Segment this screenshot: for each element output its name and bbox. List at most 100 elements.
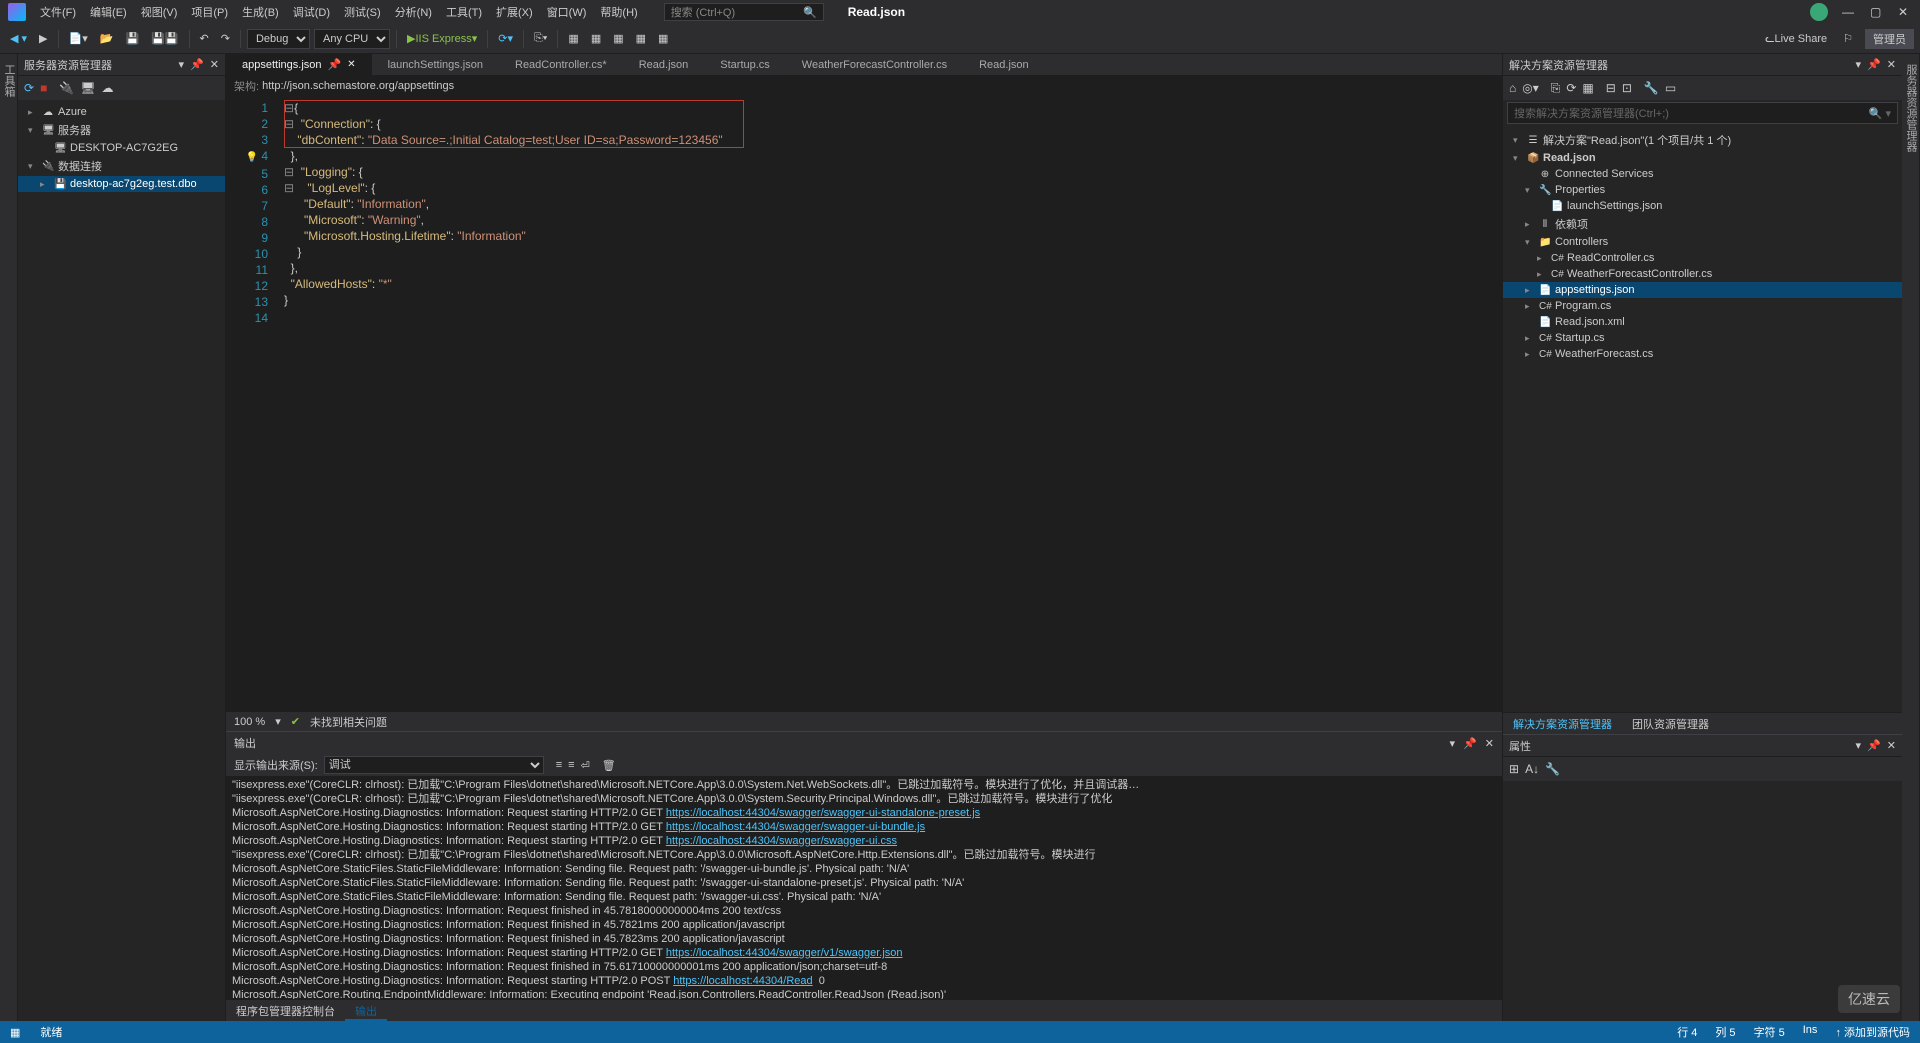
tree-node[interactable]: ▸C#Program.cs: [1503, 298, 1902, 314]
zoom-level[interactable]: 100 %: [234, 716, 265, 728]
sync-icon[interactable]: ⟳: [1566, 81, 1576, 95]
pin-icon[interactable]: 📌: [328, 58, 342, 71]
output-body[interactable]: "iisexpress.exe"(CoreCLR: clr​host): 已加载…: [226, 776, 1502, 999]
solution-search[interactable]: 搜索解决方案资源管理器(Ctrl+;) 🔍 ▾: [1507, 102, 1898, 124]
tree-node[interactable]: ▾🔧Properties: [1503, 182, 1902, 198]
clear-all-icon[interactable]: 🗑: [602, 759, 616, 772]
platform-select[interactable]: Any CPU: [314, 29, 390, 49]
pending-icon[interactable]: ⎘: [1551, 81, 1561, 96]
menu-生成[interactable]: 生成(B): [236, 2, 285, 22]
properties-icon[interactable]: 🔧: [1644, 81, 1659, 95]
server-icon[interactable]: 🖥: [80, 81, 95, 95]
dropdown-icon[interactable]: ▾: [179, 58, 185, 71]
solution-root[interactable]: ▾☰ 解决方案"Read.json"(1 个项目/共 1 个): [1503, 130, 1902, 150]
save-all-icon[interactable]: 💾💾: [147, 30, 182, 47]
pin-icon[interactable]: 📌: [1867, 58, 1881, 71]
tab-output[interactable]: 输出: [345, 1000, 387, 1021]
step-icon[interactable]: ⎘▾: [530, 30, 551, 47]
tree-node[interactable]: ▾🔌数据连接: [18, 156, 225, 176]
tab-Startup.cs[interactable]: Startup.cs: [704, 54, 786, 75]
tree-node[interactable]: ▸💾desktop-ac7g2eg.test.dbo: [18, 176, 225, 192]
menu-编辑[interactable]: 编辑(E): [84, 2, 133, 22]
menu-测试[interactable]: 测试(S): [338, 2, 387, 22]
dropdown-icon[interactable]: ▾: [1450, 737, 1456, 750]
pin-icon[interactable]: 📌: [1867, 739, 1881, 752]
alpha-icon[interactable]: A↓: [1525, 762, 1539, 776]
tree-node[interactable]: ▾📦Read.json: [1503, 150, 1902, 166]
right-rail[interactable]: 服务器资源管理器: [1902, 54, 1920, 1021]
tree-node[interactable]: ⊕Connected Services: [1503, 166, 1902, 182]
tab-launchSettings.json[interactable]: launchSettings.json: [372, 54, 499, 75]
liveshare-button[interactable]: ᓚ Live Share: [1761, 30, 1831, 47]
undo-icon[interactable]: ↶: [196, 30, 213, 47]
tree-node[interactable]: ▸C#WeatherForecastController.cs: [1503, 266, 1902, 282]
tb-icon2[interactable]: ▦: [587, 30, 605, 47]
tree-node[interactable]: 📄launchSettings.json: [1503, 198, 1902, 214]
tree-node[interactable]: ▸C#ReadController.cs: [1503, 250, 1902, 266]
home-icon[interactable]: ⌂: [1509, 81, 1516, 95]
feedback-icon[interactable]: ⚐: [1839, 30, 1857, 47]
pin-icon[interactable]: 📌: [190, 58, 204, 71]
connect-icon[interactable]: 🔌: [59, 81, 74, 95]
tree-node[interactable]: ▾🖥服务器: [18, 120, 225, 140]
tb-icon4[interactable]: ▦: [632, 30, 650, 47]
pin-icon[interactable]: 📌: [1463, 737, 1477, 750]
wrap-icon[interactable]: ⏎: [581, 759, 590, 772]
collapse-icon[interactable]: ⊟: [1606, 81, 1616, 95]
tree-node[interactable]: ▸⫴依赖项: [1503, 214, 1902, 234]
close-icon[interactable]: ✕: [347, 59, 355, 70]
menu-帮助[interactable]: 帮助(H): [594, 2, 643, 22]
show-all-icon[interactable]: ⊡: [1622, 81, 1632, 95]
maximize-icon[interactable]: ▢: [1870, 5, 1884, 19]
azure-icon[interactable]: ☁: [102, 81, 114, 95]
redo-icon[interactable]: ↷: [217, 30, 234, 47]
tree-node[interactable]: ▾📁Controllers: [1503, 234, 1902, 250]
tree-node[interactable]: ▸📄appsettings.json: [1503, 282, 1902, 298]
stop-icon[interactable]: ■: [40, 81, 47, 95]
tab-pkg-console[interactable]: 程序包管理器控制台: [226, 1000, 345, 1021]
add-source-button[interactable]: ↑ 添加到源代码: [1835, 1024, 1910, 1040]
tree-node[interactable]: ▸C#WeatherForecast.cs: [1503, 346, 1902, 362]
tb-icon1[interactable]: ▦: [564, 30, 582, 47]
panel-close-icon[interactable]: ✕: [1887, 739, 1896, 752]
view-icon[interactable]: ▦: [1582, 81, 1593, 95]
save-icon[interactable]: 💾: [121, 30, 143, 47]
tab-WeatherForecastController.cs[interactable]: WeatherForecastController.cs: [786, 54, 963, 75]
tab-solution-explorer[interactable]: 解决方案资源管理器: [1503, 713, 1622, 734]
refresh-icon[interactable]: ⟳▾: [494, 30, 517, 47]
refresh-icon[interactable]: ⟳: [24, 81, 34, 95]
tab-ReadController.cs*[interactable]: ReadController.cs*: [499, 54, 623, 75]
tree-node[interactable]: ▸C#Startup.cs: [1503, 330, 1902, 346]
dropdown-icon[interactable]: ▾: [1856, 58, 1862, 71]
menu-调试[interactable]: 调试(D): [287, 2, 336, 22]
menu-窗口[interactable]: 窗口(W): [541, 2, 593, 22]
search-box[interactable]: 搜索 (Ctrl+Q) 🔍: [664, 3, 824, 21]
open-icon[interactable]: 📂: [96, 30, 118, 47]
menu-扩展[interactable]: 扩展(X): [490, 2, 539, 22]
tab-Read.json[interactable]: Read.json: [963, 54, 1045, 75]
menu-项目[interactable]: 项目(P): [185, 2, 234, 22]
code-body[interactable]: ⊟{⊟ "Connection": { "dbContent": "Data S…: [276, 96, 1502, 711]
code-editor[interactable]: 123💡 4567891011121314 ⊟{⊟ "Connection": …: [226, 96, 1502, 711]
user-avatar-icon[interactable]: [1810, 3, 1828, 21]
tree-node[interactable]: ▸☁Azure: [18, 104, 225, 120]
config-select[interactable]: Debug: [247, 29, 310, 49]
menu-工具[interactable]: 工具(T): [440, 2, 488, 22]
toggle-icon[interactable]: ≡: [568, 759, 574, 771]
tab-team-explorer[interactable]: 团队资源管理器: [1622, 713, 1719, 734]
panel-close-icon[interactable]: ✕: [1485, 737, 1494, 750]
close-icon[interactable]: ✕: [1898, 5, 1912, 19]
status-square-icon[interactable]: ▦: [10, 1026, 20, 1039]
panel-close-icon[interactable]: ✕: [1887, 58, 1896, 71]
zoom-dropdown-icon[interactable]: ▾: [275, 715, 281, 728]
clear-icon[interactable]: ≡: [556, 759, 562, 771]
menu-分析[interactable]: 分析(N): [389, 2, 438, 22]
preview-icon[interactable]: ▭: [1665, 81, 1676, 95]
menu-视图[interactable]: 视图(V): [135, 2, 184, 22]
schema-url[interactable]: http://json.schemastore.org/appsettings: [262, 80, 454, 92]
run-button[interactable]: ▶ IIS Express ▾: [403, 30, 481, 47]
dropdown-icon[interactable]: ▾: [1856, 739, 1862, 752]
minimize-icon[interactable]: —: [1842, 5, 1856, 19]
tree-node[interactable]: 📄Read.json.xml: [1503, 314, 1902, 330]
prop-wrench-icon[interactable]: 🔧: [1545, 762, 1560, 776]
